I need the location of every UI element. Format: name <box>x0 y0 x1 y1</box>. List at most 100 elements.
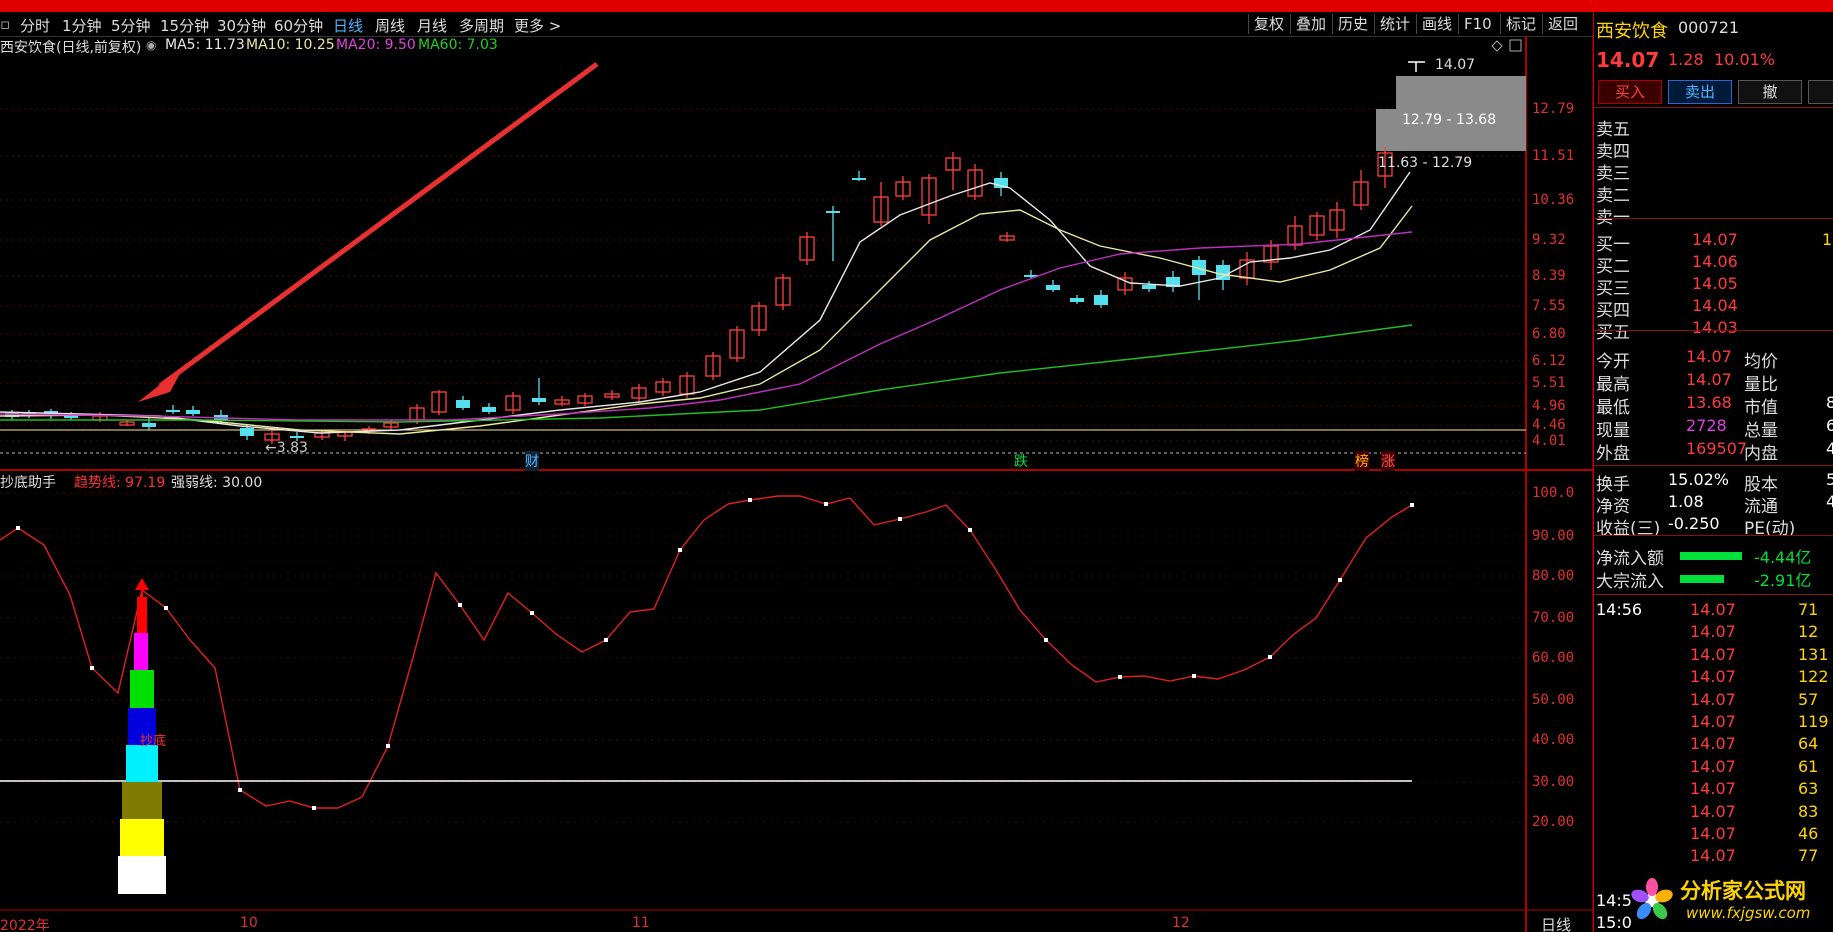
trend-point <box>16 526 20 530</box>
indicator-tick-label: 60.00 <box>1532 650 1575 666</box>
marker-limit-up[interactable]: 涨 <box>1381 451 1395 471</box>
flow-bar <box>1680 575 1724 583</box>
tick-price: 14.07 <box>1690 644 1736 664</box>
time-label-nov: 11 <box>632 915 650 931</box>
tick-price: 14.07 <box>1690 801 1736 821</box>
candle-body-down <box>1094 295 1108 305</box>
tick-volume: 71 <box>1798 600 1819 619</box>
buy-level-label: 买五 <box>1596 323 1630 343</box>
stat-row: 13.68 <box>1686 393 1732 412</box>
stat-row: 量比 <box>1744 375 1778 395</box>
tick-volume: 131 <box>1798 644 1829 664</box>
stock-name: 西安饮食 <box>1596 21 1668 42</box>
buy-level-price: 14.05 <box>1692 274 1738 293</box>
stat2-row: 流通 <box>1744 497 1778 517</box>
flow-row: 净流入额 <box>1596 549 1664 569</box>
tick-volume: 83 <box>1798 801 1819 821</box>
trend-point <box>1410 503 1414 507</box>
tick-time: 14:5 <box>1596 891 1632 910</box>
stat-row: 14.07 <box>1686 370 1732 389</box>
high-price-label: 14.07 <box>1435 57 1476 73</box>
price-tick-label: 12.79 <box>1532 101 1575 117</box>
stat-row: 现量 <box>1596 421 1630 441</box>
tick-volume: 63 <box>1798 779 1819 799</box>
bottom-signal-label: 抄底 <box>140 734 167 749</box>
price-tick-label: 6.12 <box>1532 353 1566 369</box>
tick-price: 14.07 <box>1690 622 1736 642</box>
buy-level-price: 14.06 <box>1692 252 1738 271</box>
annotation-arrow-shaft <box>158 61 599 389</box>
buy-level-label: 买二 <box>1596 257 1630 277</box>
stat-row: 内盘 <box>1744 444 1778 464</box>
candle-body-down <box>1142 285 1156 289</box>
tick-price: 14.07 <box>1690 600 1736 619</box>
bottom-signal-bar <box>130 670 154 708</box>
candle-body-down <box>240 428 254 436</box>
candle-body-down <box>142 423 156 427</box>
tick-price: 14.07 <box>1690 824 1736 843</box>
candle-body-down <box>482 407 496 412</box>
price-tick-label: 9.32 <box>1532 232 1566 248</box>
marker-finance[interactable]: 财 <box>525 451 539 471</box>
logo-url: www.fxjgsw.com <box>1686 904 1810 922</box>
indicator-tick-label: 30.00 <box>1532 774 1575 790</box>
diamond-icon <box>1491 40 1503 52</box>
price-tick-label: 7.55 <box>1532 298 1566 314</box>
period-indicator: 日线 <box>1541 916 1572 932</box>
time-label-oct: 10 <box>240 915 258 931</box>
candle-body-down <box>290 436 304 438</box>
trend-point <box>968 528 972 532</box>
trend-point <box>458 603 462 607</box>
time-label-year: 2022年 <box>0 918 50 932</box>
stat-row: 最低 <box>1596 398 1630 418</box>
stat-row: 14.07 <box>1686 347 1732 366</box>
bottom-signal-bar <box>122 782 162 819</box>
stat2-row: PE(动) <box>1744 519 1796 539</box>
candle-body-down <box>186 410 200 414</box>
sell-level-label: 卖四 <box>1596 142 1630 162</box>
candle-body-down <box>826 211 840 213</box>
tick-price: 14.07 <box>1690 667 1736 687</box>
tick-volume: 122 <box>1798 667 1829 687</box>
stat2-row: -0.250 <box>1668 514 1720 533</box>
stat-row: 市值 <box>1744 398 1778 418</box>
stat-row: 4 <box>1826 439 1833 461</box>
stat2-row: 净资 <box>1596 497 1630 517</box>
time-label-dec: 12 <box>1172 915 1190 931</box>
trend-point <box>1044 638 1048 642</box>
indicator-tick-label: 40.00 <box>1532 732 1575 748</box>
price-tick-label: 11.51 <box>1532 148 1575 164</box>
marker-fall[interactable]: 跌 <box>1014 451 1028 471</box>
trend-point <box>604 638 608 642</box>
logo-text: 分析家公式网 <box>1680 879 1806 903</box>
stat2-row: 收益(三) <box>1596 519 1661 539</box>
buy-level-label: 买一 <box>1596 235 1630 255</box>
stat-row: 6 <box>1826 416 1833 438</box>
sell-level-label: 卖五 <box>1596 120 1630 140</box>
tick-price: 14.07 <box>1690 689 1736 709</box>
quote-panel: 西安饮食 000721 14.07 1.28 10.01% 买入 卖出 撤 卖五… <box>1593 12 1833 932</box>
tick-volume: 119 <box>1798 712 1829 731</box>
tick-volume: 57 <box>1798 689 1819 709</box>
buy-level-price: 14.04 <box>1692 296 1738 315</box>
cancel-order-button[interactable]: 撤 <box>1738 80 1802 104</box>
buy-button[interactable]: 买入 <box>1598 80 1662 104</box>
more-order-button[interactable] <box>1808 80 1833 104</box>
current-price: 14.07 <box>1596 48 1660 72</box>
trend-point <box>90 666 94 670</box>
sell-level-label: 卖二 <box>1596 186 1630 206</box>
indicator-tick-label: 80.00 <box>1532 568 1575 584</box>
tick-price: 14.07 <box>1690 846 1736 866</box>
marker-board[interactable]: 榜 <box>1355 451 1369 471</box>
buy-level-label: 买四 <box>1596 301 1630 321</box>
sell-button[interactable]: 卖出 <box>1668 80 1732 104</box>
candle-body-down <box>1070 298 1084 302</box>
price-tick-label: 4.46 <box>1532 417 1566 433</box>
stat2-row: 5 <box>1826 470 1833 492</box>
flow-row: -2.91亿 <box>1754 571 1812 590</box>
bottom-signal-bar <box>134 633 148 670</box>
stat-row: 今开 <box>1596 352 1630 372</box>
trend-point <box>898 517 902 521</box>
flow-row: 大宗流入 <box>1596 572 1664 592</box>
candle-body-down <box>1046 285 1060 290</box>
